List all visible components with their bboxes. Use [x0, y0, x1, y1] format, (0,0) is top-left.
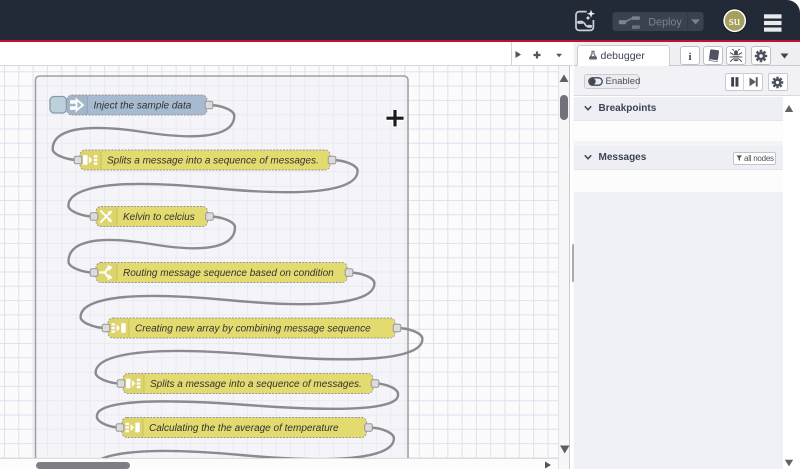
svg-text:Routing message sequence based: Routing message sequence based on condit… [123, 268, 334, 279]
svg-text:Kelvin to celcius: Kelvin to celcius [123, 212, 195, 223]
svg-text:Splits a message into a sequen: Splits a message into a sequence of mess… [107, 156, 319, 167]
svg-text:Inject the sample data: Inject the sample data [94, 101, 192, 112]
svg-text:Splits a message into a sequen: Splits a message into a sequence of mess… [150, 379, 362, 390]
svg-text:Creating new array by combinin: Creating new array by combining message … [135, 324, 371, 335]
svg-text:Calculating the the average of: Calculating the the average of temperatu… [149, 423, 339, 434]
svg-text:su: su [729, 13, 741, 28]
svg-text:Deploy: Deploy [648, 16, 682, 28]
